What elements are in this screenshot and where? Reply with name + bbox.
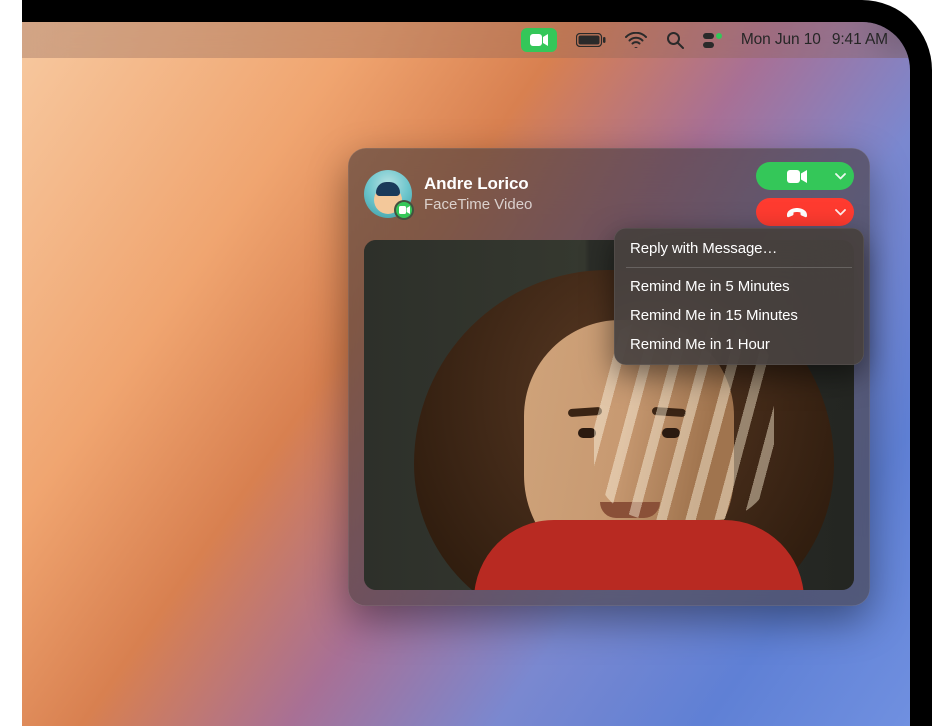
chevron-down-icon	[835, 173, 846, 180]
menu-bar: Mon Jun 10 9:41 AM	[22, 22, 910, 58]
control-center-active-dot	[716, 33, 722, 39]
control-center-icon	[703, 33, 714, 39]
menubar-battery[interactable]	[576, 33, 606, 47]
menubar-wifi[interactable]	[625, 32, 647, 48]
menu-item-remind-1-hour[interactable]: Remind Me in 1 Hour	[620, 330, 858, 359]
search-icon	[666, 31, 684, 49]
menubar-control-center[interactable]	[703, 33, 722, 48]
control-center-icon	[703, 42, 714, 48]
decline-options-menu: Reply with Message… Remind Me in 5 Minut…	[614, 228, 864, 365]
caller-info: Andre Lorico FaceTime Video	[424, 174, 744, 213]
menubar-spotlight[interactable]	[666, 31, 684, 49]
menu-item-remind-5-min[interactable]: Remind Me in 5 Minutes	[620, 272, 858, 301]
menu-separator	[626, 267, 852, 268]
chevron-down-icon	[835, 209, 846, 216]
call-action-buttons	[756, 162, 854, 226]
caller-avatar	[364, 170, 412, 218]
video-icon	[530, 34, 548, 46]
menubar-facetime-indicator[interactable]	[521, 28, 557, 52]
notification-header: Andre Lorico FaceTime Video	[348, 148, 870, 236]
menubar-time[interactable]: 9:41 AM	[832, 31, 888, 49]
caller-name: Andre Lorico	[424, 174, 744, 194]
menu-item-remind-15-min[interactable]: Remind Me in 15 Minutes	[620, 301, 858, 330]
caller-subtitle: FaceTime Video	[424, 196, 744, 214]
battery-icon	[576, 33, 606, 47]
menu-item-reply-with-message[interactable]: Reply with Message…	[620, 234, 858, 263]
video-icon	[787, 170, 807, 183]
menubar-date[interactable]: Mon Jun 10	[741, 31, 821, 49]
device-frame: Mon Jun 10 9:41 AM Andre Lorico FaceTime…	[0, 0, 932, 726]
accept-call-button[interactable]	[756, 162, 854, 190]
wifi-icon	[625, 32, 647, 48]
facetime-incoming-notification: Andre Lorico FaceTime Video	[348, 148, 870, 606]
facetime-badge-icon	[394, 200, 414, 220]
phone-down-icon	[785, 207, 809, 218]
desktop-screen: Mon Jun 10 9:41 AM Andre Lorico FaceTime…	[22, 22, 910, 726]
decline-call-button[interactable]	[756, 198, 854, 226]
